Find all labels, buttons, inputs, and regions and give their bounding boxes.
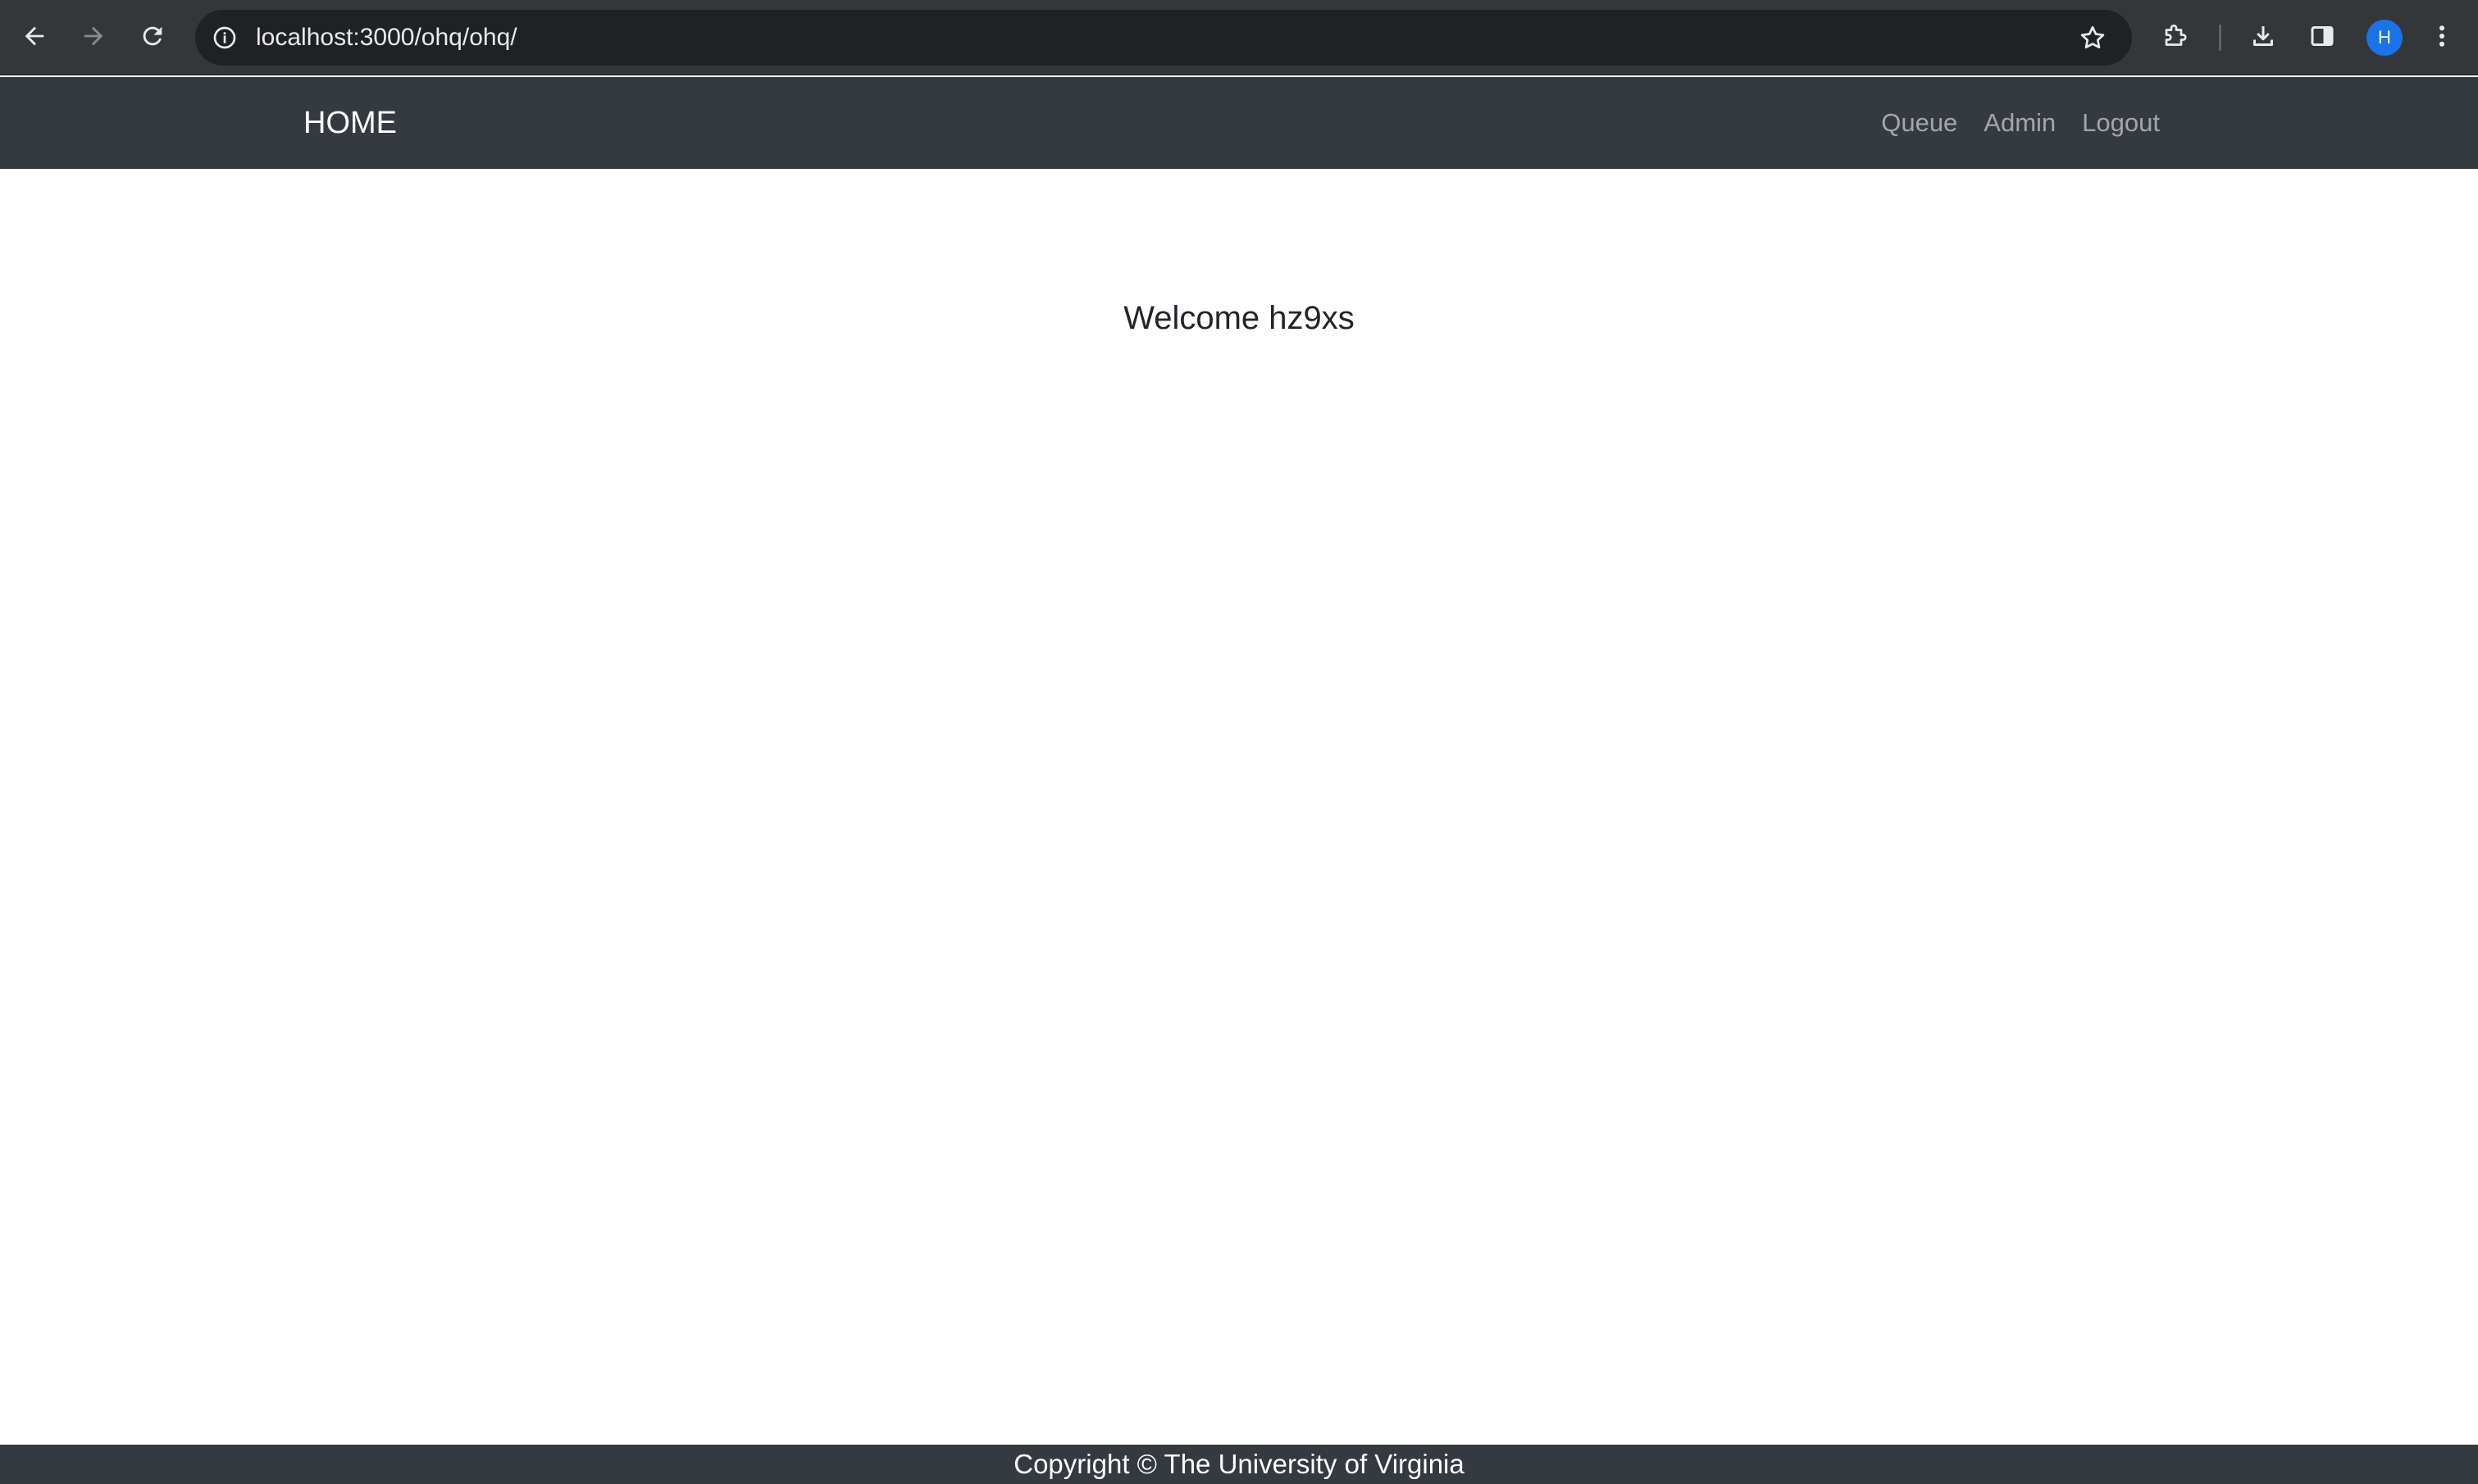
- side-panel-button[interactable]: [2298, 13, 2347, 62]
- download-icon: [2248, 21, 2278, 55]
- url-text[interactable]: localhost:3000/ohq/ohq/: [256, 10, 517, 66]
- nav-link-queue[interactable]: Queue: [1881, 108, 1957, 138]
- kebab-menu-icon: [2427, 21, 2457, 55]
- main-content: Welcome hz9xs: [0, 169, 2478, 1445]
- address-bar[interactable]: localhost:3000/ohq/ohq/: [195, 10, 2132, 66]
- side-panel-icon: [2307, 21, 2337, 55]
- arrow-left-icon: [20, 22, 48, 54]
- reload-icon: [139, 22, 166, 54]
- info-icon[interactable]: [207, 20, 243, 56]
- toolbar-divider: [2219, 25, 2221, 51]
- nav-link-logout[interactable]: Logout: [2082, 108, 2160, 138]
- welcome-heading: Welcome hz9xs: [1123, 300, 1355, 336]
- browser-toolbar: localhost:3000/ohq/ohq/ H: [0, 0, 2478, 75]
- reload-button[interactable]: [128, 13, 177, 62]
- downloads-button[interactable]: [2239, 13, 2288, 62]
- home-link[interactable]: HOME: [303, 77, 397, 169]
- extensions-button[interactable]: [2152, 13, 2201, 62]
- nav-link-admin[interactable]: Admin: [1984, 108, 2056, 138]
- profile-avatar[interactable]: H: [2366, 20, 2403, 56]
- star-icon[interactable]: [2075, 20, 2111, 56]
- forward-button[interactable]: [69, 13, 118, 62]
- back-button[interactable]: [10, 13, 59, 62]
- footer-copyright: Copyright © The University of Virginia: [0, 1445, 2478, 1484]
- site-navbar: HOME Queue Admin Logout: [0, 77, 2478, 169]
- arrow-right-icon: [80, 22, 107, 54]
- nav-links: Queue Admin Logout: [1881, 77, 2160, 169]
- browser-menu-button[interactable]: [2417, 13, 2467, 62]
- puzzle-icon: [2161, 21, 2191, 55]
